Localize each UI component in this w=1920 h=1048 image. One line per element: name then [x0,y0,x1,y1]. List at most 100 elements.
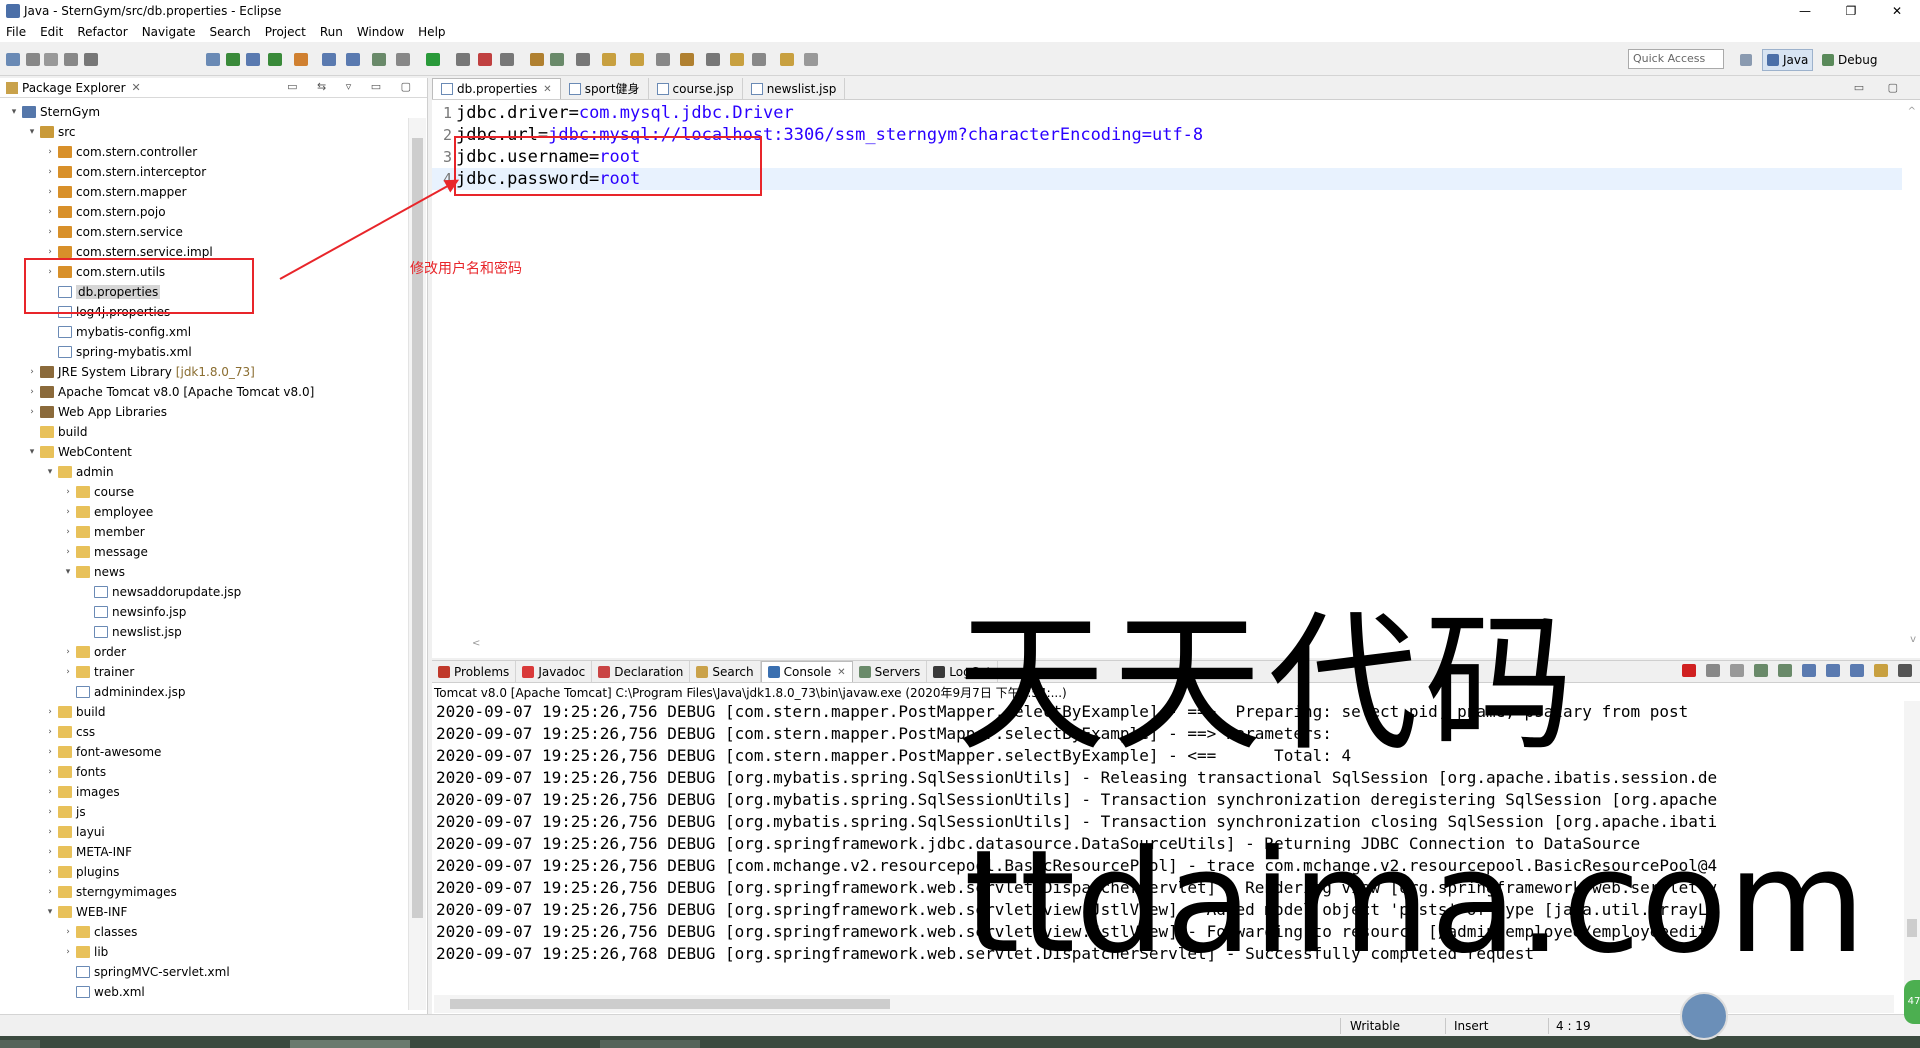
tab-console[interactable]: Console ✕ [760,661,853,682]
console-hscrollbar[interactable] [434,995,1894,1013]
expand-arrow-icon[interactable]: › [62,507,74,517]
tree-item[interactable]: › js [44,802,85,822]
toolbar-icon[interactable] [500,53,514,66]
console-tool-icon[interactable] [1874,664,1888,677]
view-controls[interactable]: ▭ ⇆ ▿ ▭ ▢ [287,80,419,93]
toolbar-icon[interactable] [84,53,98,66]
tree-item[interactable]: › course [62,482,134,502]
toolbar-icon[interactable] [730,53,744,66]
taskbar-item[interactable] [290,1040,410,1048]
tab-problems[interactable]: Problems [432,661,517,682]
expand-arrow-icon[interactable]: › [44,807,56,817]
tree-item[interactable]: › com.stern.pojo [44,202,165,222]
open-perspective-button[interactable] [1736,49,1760,71]
menu-help[interactable]: Help [418,25,445,39]
scroll-down-arrow[interactable]: v [1910,634,1916,645]
toolbar-icon[interactable] [780,53,794,66]
expand-arrow-icon[interactable]: › [44,187,56,197]
console-tool-icon[interactable] [1730,664,1744,677]
scrollbar-thumb[interactable] [1907,919,1917,937]
toolbar-icon[interactable] [680,53,694,66]
expand-arrow-icon[interactable]: › [44,767,56,777]
expand-arrow-icon[interactable]: › [62,647,74,657]
tree-item[interactable]: › classes [62,922,137,942]
tree-item[interactable]: ▾ news [62,562,125,582]
scrollbar-thumb[interactable] [450,999,890,1009]
toolbar-icon[interactable] [752,53,766,66]
tree-item[interactable]: › fonts [44,762,106,782]
expand-arrow-icon[interactable]: › [44,727,56,737]
expand-arrow-icon[interactable]: › [44,847,56,857]
tree-item[interactable]: ▾ SternGym [8,102,100,122]
toolbar-icon[interactable] [44,53,58,66]
console-tool-icon[interactable] [1802,664,1816,677]
tree-item[interactable]: › sterngymimages [44,882,177,902]
tree-item[interactable]: › plugins [44,862,119,882]
close-icon[interactable]: ✕ [543,84,551,95]
tree-item[interactable]: › Apache Tomcat v8.0 [Apache Tomcat v8.0] [26,382,314,402]
toolbar-icon[interactable] [6,53,20,66]
toolbar-icon[interactable] [294,53,308,66]
avatar[interactable] [1680,992,1728,1040]
expand-arrow-icon[interactable]: ▾ [26,447,38,457]
expand-arrow-icon[interactable]: › [44,167,56,177]
menu-file[interactable]: File [6,25,26,39]
tree-item[interactable]: newslist.jsp [80,622,182,642]
expand-arrow-icon[interactable]: › [26,367,38,377]
tab-newslist-jsp[interactable]: newslist.jsp [743,78,846,99]
toolbar-icon[interactable] [246,53,260,66]
menu-run[interactable]: Run [320,25,343,39]
console-tool-icon[interactable] [1850,664,1864,677]
tree-item[interactable]: ▾ admin [44,462,114,482]
expand-arrow-icon[interactable]: › [62,527,74,537]
console-tool-icon[interactable] [1898,664,1912,677]
toolbar-icon[interactable] [804,53,818,66]
expand-arrow-icon[interactable]: › [62,947,74,957]
menu-navigate[interactable]: Navigate [142,25,196,39]
tree-item[interactable]: › com.stern.interceptor [44,162,206,182]
tree-item[interactable]: › Web App Libraries [26,402,167,422]
expand-arrow-icon[interactable]: ▾ [8,107,20,117]
expand-arrow-icon[interactable]: › [44,227,56,237]
tree-item[interactable]: web.xml [62,982,145,998]
toolbar-icon[interactable] [630,53,644,66]
expand-arrow-icon[interactable]: › [44,827,56,837]
expand-arrow-icon[interactable]: › [44,707,56,717]
console-tool-icon[interactable] [1778,664,1792,677]
toolbar-icon[interactable] [206,53,220,66]
tree-item[interactable]: newsaddorupdate.jsp [80,582,241,602]
taskbar-item[interactable] [0,1040,40,1048]
menu-search[interactable]: Search [210,25,251,39]
close-icon[interactable]: ✕ [132,81,141,94]
toolbar-icon[interactable] [656,53,670,66]
tree-item[interactable]: › layui [44,822,105,842]
console-tool-icon[interactable] [1826,664,1840,677]
toolbar-icon[interactable] [576,53,590,66]
tree-item[interactable]: › com.stern.mapper [44,182,186,202]
maximize-button[interactable]: ❐ [1828,0,1874,22]
tree-item[interactable]: › com.stern.service [44,222,183,242]
scroll-up-arrow[interactable]: ^ [1908,106,1916,117]
scrollbar-thumb[interactable] [412,138,423,918]
tree-item[interactable]: › css [44,722,95,742]
expand-arrow-icon[interactable]: › [44,147,56,157]
expand-arrow-icon[interactable]: › [44,787,56,797]
toolbar-icon[interactable] [478,53,492,66]
tree-item[interactable]: › trainer [62,662,134,682]
tree-item[interactable]: › com.stern.controller [44,142,197,162]
toolbar-icon[interactable] [396,53,410,66]
toolbar-icon[interactable] [456,53,470,66]
tab-course-jsp[interactable]: course.jsp [649,78,743,99]
tree-item[interactable]: mybatis-config.xml [44,322,191,342]
tree-item[interactable]: › lib [62,942,108,962]
menu-refactor[interactable]: Refactor [77,25,127,39]
toolbar-icon[interactable] [602,53,616,66]
tree-item[interactable]: ▾ WEB-INF [44,902,128,922]
tab-sport[interactable]: sport健身 [561,78,649,99]
close-icon[interactable]: ✕ [837,667,845,678]
tree-item[interactable]: springMVC-servlet.xml [62,962,230,982]
expand-arrow-icon[interactable]: ▾ [44,467,56,477]
expand-arrow-icon[interactable]: › [44,747,56,757]
expand-arrow-icon[interactable]: › [44,207,56,217]
package-explorer-title[interactable]: Package Explorer [22,81,126,95]
